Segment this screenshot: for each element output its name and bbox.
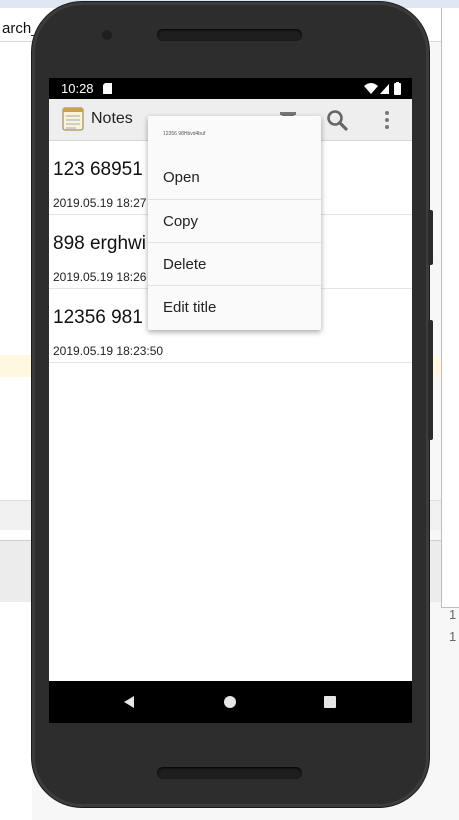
- context-menu: 12356 98Hbvd4buf Open Copy Delete Edit t…: [148, 116, 321, 330]
- ide-line-number: 1: [449, 629, 457, 644]
- volume-button: [428, 210, 433, 265]
- note-title: 898 erghwi: [53, 233, 146, 254]
- status-bar: 10:28: [49, 78, 412, 99]
- top-speaker-grille: [157, 29, 302, 41]
- sd-card-icon: [103, 83, 112, 94]
- note-date: 2019.05.19 18:26: [53, 270, 147, 284]
- note-title: 123 68951: [53, 159, 143, 180]
- back-icon[interactable]: [122, 695, 136, 709]
- menu-item-open[interactable]: Open: [148, 156, 321, 199]
- note-date: 2019.05.19 18:27: [53, 196, 147, 210]
- ide-right-pane: [441, 8, 459, 608]
- menu-item-label: Edit title: [163, 299, 217, 316]
- status-time: 10:28: [61, 81, 94, 96]
- ide-left-pane: [0, 42, 32, 820]
- recent-apps-icon[interactable]: [324, 696, 336, 708]
- front-camera: [102, 30, 112, 40]
- menu-item-label: Open: [163, 169, 200, 186]
- device-screen: 10:28 Notes 123 68951 2019.05.19 18:27 8…: [49, 78, 412, 723]
- context-menu-header: 12356 98Hbvd4buf: [163, 131, 206, 137]
- menu-item-label: Delete: [163, 256, 207, 273]
- menu-item-delete[interactable]: Delete: [148, 242, 321, 285]
- notes-app-icon: [62, 107, 84, 131]
- desktop: arch_l 1 1 10:28 Notes 123 68951 2019.05…: [0, 0, 459, 820]
- power-button: [428, 320, 433, 440]
- home-icon[interactable]: [224, 696, 236, 708]
- status-indicators-icon: [364, 82, 401, 95]
- overflow-menu-icon[interactable]: [379, 108, 395, 132]
- note-date: 2019.05.19 18:23:50: [53, 344, 164, 358]
- menu-item-copy[interactable]: Copy: [148, 199, 321, 242]
- bottom-speaker-grille: [157, 767, 302, 779]
- menu-item-label: Copy: [163, 213, 199, 230]
- ide-line-number: 1: [449, 607, 457, 622]
- search-icon[interactable]: [325, 108, 349, 132]
- menu-item-edit-title[interactable]: Edit title: [148, 285, 321, 328]
- note-title: 12356 981: [53, 307, 143, 328]
- app-title: Notes: [91, 110, 133, 127]
- navigation-bar: [49, 681, 412, 723]
